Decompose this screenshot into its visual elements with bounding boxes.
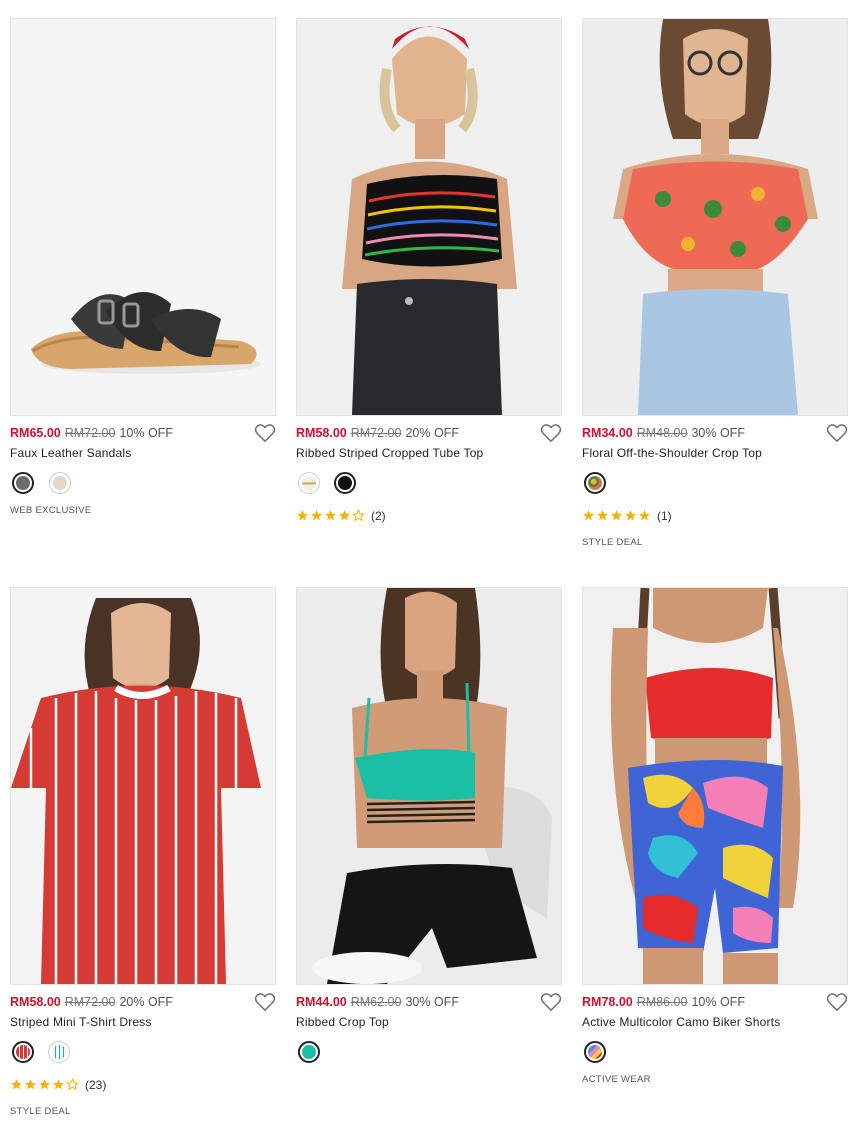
color-swatch[interactable] [584, 1041, 606, 1063]
product-tag: ACTIVE WEAR [582, 1074, 651, 1085]
product-tag: STYLE DEAL [10, 1106, 71, 1117]
price-row: RM65.00 RM72.00 10% OFF [10, 426, 256, 444]
product-card[interactable]: RM58.00 RM72.00 20% OFF Striped Mini T-Shi… [10, 587, 276, 1122]
discount-label: 30% OFF [691, 426, 745, 440]
product-name[interactable]: Striped Mini T-Shirt Dress [10, 1015, 152, 1029]
color-swatch[interactable] [298, 472, 320, 494]
original-price: RM72.00 [64, 426, 116, 440]
star-icon [611, 510, 622, 521]
star-icon [583, 510, 594, 521]
rating-count[interactable]: (2) [371, 509, 386, 523]
sale-price: RM65.00 [10, 426, 61, 440]
original-price: RM72.00 [350, 426, 402, 440]
striped-dress-photo [11, 588, 275, 984]
floral-top-photo [583, 19, 847, 415]
tube-top-photo [297, 19, 561, 415]
sale-price: RM78.00 [582, 995, 633, 1009]
star-rating: (23) [10, 1078, 106, 1094]
product-name[interactable]: Floral Off-the-Shoulder Crop Top [582, 446, 762, 460]
star-icon [639, 510, 650, 521]
price-row: RM58.00 RM72.00 20% OFF [10, 995, 256, 1013]
product-image[interactable] [296, 587, 562, 985]
sandals-photo [11, 19, 275, 415]
original-price: RM72.00 [64, 995, 116, 1009]
price-row: RM44.00 RM62.00 30% OFF [296, 995, 542, 1013]
star-outline-icon [66, 1078, 79, 1091]
star-icon [597, 510, 608, 521]
wishlist-heart-icon[interactable] [826, 423, 848, 443]
product-image[interactable] [296, 18, 562, 416]
wishlist-heart-icon[interactable] [826, 992, 848, 1012]
star-rating: (2) [296, 509, 386, 525]
star-icon [25, 1079, 36, 1090]
discount-label: 30% OFF [405, 995, 459, 1009]
wishlist-heart-icon[interactable] [254, 423, 276, 443]
product-tag: WEB EXCLUSIVE [10, 505, 92, 516]
color-swatch[interactable] [298, 1041, 320, 1063]
original-price: RM62.00 [350, 995, 402, 1009]
product-image[interactable] [10, 587, 276, 985]
star-icon [325, 510, 336, 521]
wishlist-heart-icon[interactable] [540, 423, 562, 443]
discount-label: 20% OFF [119, 995, 173, 1009]
product-image[interactable] [10, 18, 276, 416]
price-row: RM34.00 RM48.00 30% OFF [582, 426, 828, 444]
sale-price: RM34.00 [582, 426, 633, 440]
product-image[interactable] [582, 18, 848, 416]
color-swatch[interactable] [12, 472, 34, 494]
product-card[interactable]: RM58.00 RM72.00 20% OFF Ribbed Striped Cro… [296, 18, 562, 528]
biker-shorts-photo [583, 588, 847, 984]
product-tag: STYLE DEAL [582, 537, 643, 548]
product-name[interactable]: Active Multicolor Camo Biker Shorts [582, 1015, 780, 1029]
price-row: RM58.00 RM72.00 20% OFF [296, 426, 542, 444]
star-icon [311, 510, 322, 521]
product-image[interactable] [582, 587, 848, 985]
product-card[interactable]: RM65.00 RM72.00 10% OFF Faux Leather Sanda… [10, 18, 276, 528]
discount-label: 10% OFF [691, 995, 745, 1009]
sale-price: RM58.00 [10, 995, 61, 1009]
rating-count[interactable]: (1) [657, 509, 672, 523]
star-icon [53, 1079, 64, 1090]
product-card[interactable]: RM78.00 RM86.00 10% OFF Active Multicolor … [582, 587, 848, 1092]
product-card[interactable]: RM44.00 RM62.00 30% OFF Ribbed Crop Top [296, 587, 562, 1077]
product-grid: RM65.00 RM72.00 10% OFF Faux Leather Sanda… [0, 0, 859, 1127]
rating-count[interactable]: (23) [85, 1078, 106, 1092]
product-name[interactable]: Ribbed Striped Cropped Tube Top [296, 446, 483, 460]
star-outline-icon [352, 509, 365, 522]
color-swatch[interactable] [12, 1041, 34, 1063]
discount-label: 20% OFF [405, 426, 459, 440]
original-price: RM86.00 [636, 995, 688, 1009]
wishlist-heart-icon[interactable] [540, 992, 562, 1012]
star-icon [39, 1079, 50, 1090]
crop-top-photo [297, 588, 561, 984]
star-icon [11, 1079, 22, 1090]
product-card[interactable]: RM34.00 RM48.00 30% OFF Floral Off-the-Sho… [582, 18, 848, 558]
color-swatch[interactable] [48, 1041, 70, 1063]
sale-price: RM44.00 [296, 995, 347, 1009]
color-swatch[interactable] [584, 472, 606, 494]
original-price: RM48.00 [636, 426, 688, 440]
star-rating: (1) [582, 509, 672, 525]
star-icon [297, 510, 308, 521]
discount-label: 10% OFF [119, 426, 173, 440]
product-name[interactable]: Faux Leather Sandals [10, 446, 131, 460]
color-swatch[interactable] [49, 472, 71, 494]
price-row: RM78.00 RM86.00 10% OFF [582, 995, 828, 1013]
sale-price: RM58.00 [296, 426, 347, 440]
wishlist-heart-icon[interactable] [254, 992, 276, 1012]
star-icon [625, 510, 636, 521]
product-name[interactable]: Ribbed Crop Top [296, 1015, 389, 1029]
color-swatch[interactable] [334, 472, 356, 494]
star-icon [339, 510, 350, 521]
